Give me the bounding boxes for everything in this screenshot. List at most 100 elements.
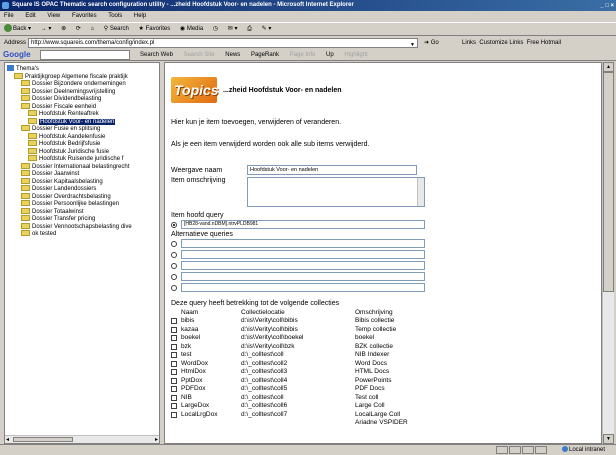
go-button[interactable]: ➜ Go [424,37,439,49]
back-button[interactable]: Back ▾ [4,24,31,33]
collection-checkbox[interactable] [171,411,177,418]
favorites-button[interactable]: ★ Favorites [139,26,171,32]
alt-query-input[interactable] [181,261,425,270]
home-icon[interactable]: ⌂ [90,26,94,32]
tree-item[interactable]: Dossier Kapitaalsbelasting [7,177,132,186]
main-query-radio[interactable] [171,222,177,228]
tree-item[interactable]: Dossier Vennootschapsbelasting dive [7,222,132,231]
alt-query-radio[interactable] [171,252,177,258]
address-input[interactable]: http://www.squareis.com/thema/config/ind… [28,38,418,48]
tree-item[interactable]: Dossier Jaarwinst [7,170,132,178]
menu-favorites[interactable]: Favorites [72,13,97,19]
vertical-scroll-thumb[interactable] [603,72,614,292]
menu-file[interactable]: File [4,13,14,19]
scroll-thumb[interactable] [13,437,73,442]
alt-query-radio[interactable] [171,263,177,269]
alt-query-radio[interactable] [171,241,177,247]
alt-query-radio[interactable] [171,274,177,280]
history-icon[interactable]: ◷ [213,26,218,32]
tree-item[interactable]: Dossier Transfer pricing [7,215,132,223]
search-web-button[interactable]: Search Web [140,52,173,58]
alt-query-input[interactable] [181,283,425,292]
tree-item[interactable]: Hoofdstuk Ruisende juridische f [7,155,132,163]
tree-item-label: Hoofdstuk Renteaftrek [39,111,99,117]
tree-item[interactable]: Dossier Deelnemingsvrijstelling [7,87,132,96]
tree-horizontal-scrollbar[interactable]: ◂ ▸ [5,435,159,443]
tree-item[interactable]: Hoofdstuk Renteaftrek [7,110,132,118]
description-textarea[interactable] [247,177,425,207]
tree-item[interactable]: Dossier Dividendbelasting [7,95,132,103]
menu-view[interactable]: View [47,13,60,19]
tree-item-label: Dossier Persoonlijke belastingen [32,201,120,207]
tree-item[interactable]: Hoofdstuk Bedrijfsfusie [7,140,132,148]
collection-description: PowerPoints [355,376,392,384]
menu-tools[interactable]: Tools [108,13,122,19]
print-icon[interactable]: ⎙ [247,26,252,32]
collection-checkbox[interactable] [171,360,177,367]
collection-checkbox[interactable] [171,318,177,324]
folder-icon [21,95,30,101]
alt-query-input[interactable] [181,272,425,281]
tree-item[interactable]: Dossier Totaalwinst [7,207,132,216]
google-search-input[interactable] [40,50,130,60]
search-button[interactable]: ⚲ Search [104,26,129,32]
tree-item[interactable]: Hoofdstuk Aandelenfusie [7,132,132,141]
refresh-icon[interactable]: ⟳ [76,26,81,32]
name-input[interactable]: Hoofdstuk Voor- en nadelen [247,165,417,175]
tree-item[interactable]: Dossier Overdrachtsbelasting [7,192,132,201]
collection-name: bzk [181,342,192,350]
tree-item[interactable]: Dossier Landendossiers [7,185,132,193]
tree-item[interactable]: Hoofdstuk Juridische fusie [7,147,132,156]
edit-icon[interactable]: ✎ ▾ [262,26,272,32]
collection-name: PptDox [181,376,203,384]
collection-description: HTML Docs [355,368,390,375]
pagerank-indicator[interactable]: PageRank [251,52,279,58]
media-button[interactable]: ◉ Media [180,26,203,32]
tree-item[interactable]: Dossier Bijzondere ondernemingen [7,80,132,88]
tree-item[interactable]: Dossier Fusie en splitsing [7,125,132,133]
stop-icon[interactable]: ⊗ [61,26,66,32]
tree-item[interactable]: Hoofdstuk Voor- en nadelen [7,117,132,126]
scroll-up-icon[interactable]: ▲ [603,62,614,72]
tree-item[interactable]: Dossier Persoonlijke belastingen [7,200,132,208]
tree-item[interactable]: Dossier Internationaal belastingrecht [7,162,132,171]
alt-query-input[interactable] [181,250,425,259]
google-logo[interactable]: Google [3,49,31,61]
content-vertical-scrollbar[interactable]: ▲ ▼ [602,62,614,444]
main-query-input[interactable]: [HB28-vand.nDBM].ntrvPLDB981 [181,220,425,229]
news-button[interactable]: News [225,52,240,58]
search-site-button[interactable]: Search Site [184,52,215,58]
window-controls[interactable]: _ □ × [600,1,614,11]
scroll-left-icon[interactable]: ◂ [6,436,9,443]
collection-checkbox[interactable] [171,394,177,401]
alt-query-radio[interactable] [171,285,177,291]
collection-checkbox[interactable] [171,335,177,341]
tree-item-label: Praktijkgroep Algemene fiscale praktijk [25,73,128,80]
menu-edit[interactable]: Edit [25,13,35,19]
tree-root[interactable]: Thema's [7,65,132,73]
tree-item[interactable]: ok tested [7,230,132,238]
collection-checkbox[interactable] [171,403,177,409]
customize-links[interactable]: Customize Links [479,40,523,46]
collection-checkbox[interactable] [171,369,177,375]
collection-checkbox[interactable] [171,326,177,333]
textarea-scrollbar[interactable] [417,178,424,206]
collection-location: d:\is\Verity\coll\bibis [241,325,298,333]
collection-checkbox[interactable] [171,352,177,358]
root-icon [7,65,14,71]
collection-checkbox[interactable] [171,386,177,392]
forward-button[interactable]: → ▾ [41,26,52,32]
tree-item[interactable]: Praktijkgroep Algemene fiscale praktijk [7,72,132,81]
collection-checkbox[interactable] [171,377,177,384]
scroll-right-icon[interactable]: ▸ [155,436,158,443]
scroll-down-icon[interactable]: ▼ [603,434,614,444]
up-button[interactable]: Up [326,52,334,58]
page-info-button[interactable]: Page Info [290,52,316,58]
menu-help[interactable]: Help [134,13,146,19]
highlight-button[interactable]: Highlight [344,52,367,58]
collection-checkbox[interactable] [171,343,177,350]
mail-icon[interactable]: ✉ ▾ [228,26,238,32]
free-hotmail-link[interactable]: Free Hotmail [527,40,561,46]
tree-item[interactable]: Dossier Fiscale eenheid [7,102,132,111]
alt-query-input[interactable] [181,239,425,248]
